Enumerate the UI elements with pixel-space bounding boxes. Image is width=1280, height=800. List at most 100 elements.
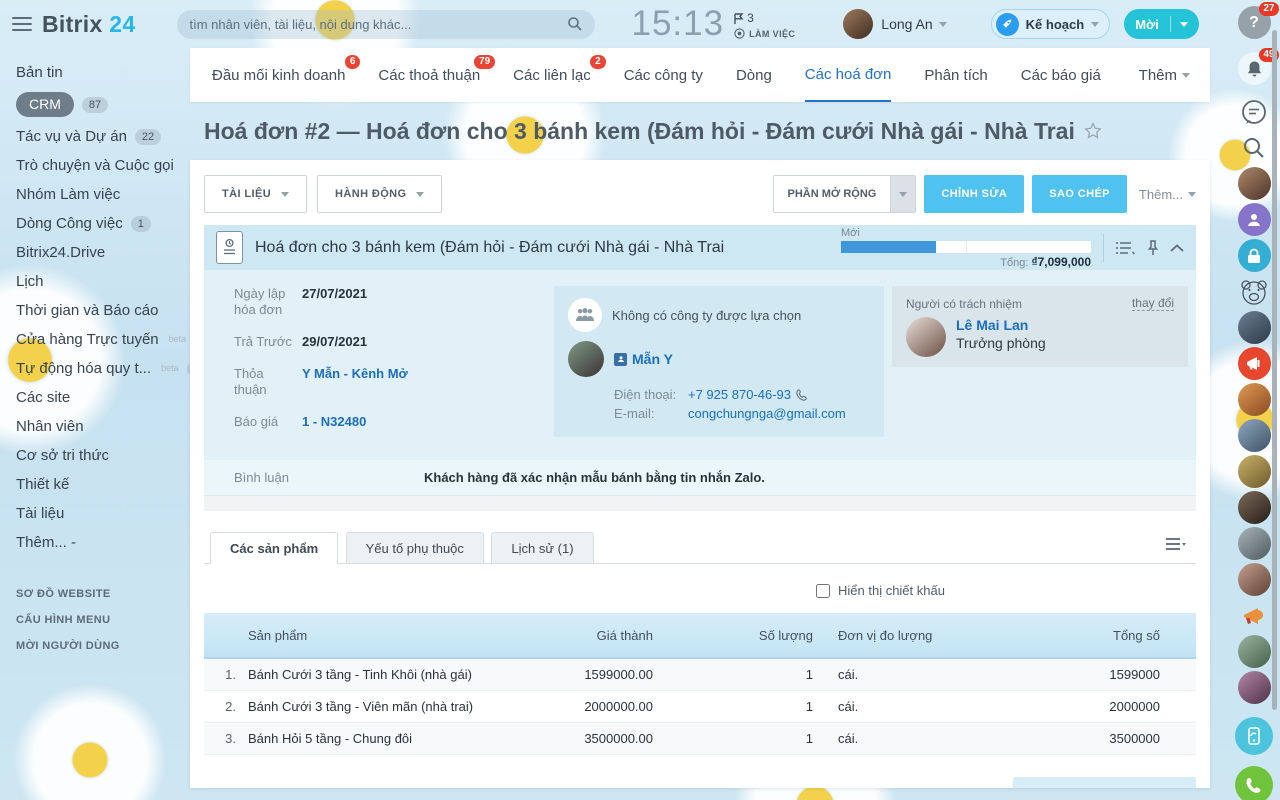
sidebar-item-label: Thiết kế bbox=[16, 475, 69, 494]
sitemap-link[interactable]: SƠ ĐỒ WEBSITE bbox=[16, 581, 190, 607]
plan-button[interactable]: Kế hoạch bbox=[991, 9, 1111, 39]
email-link[interactable]: congchungnga@gmail.com bbox=[688, 406, 846, 421]
user-avatar[interactable] bbox=[1238, 491, 1271, 524]
hamburger-menu-icon[interactable] bbox=[12, 17, 32, 31]
tab-more[interactable]: Thêm bbox=[1139, 48, 1190, 102]
flag-counter[interactable]: 3 bbox=[734, 11, 795, 25]
search-icon[interactable] bbox=[567, 16, 583, 32]
user-avatar[interactable] bbox=[1238, 635, 1271, 668]
user-avatar[interactable] bbox=[1238, 419, 1271, 452]
notifications-button[interactable]: 49 bbox=[1238, 52, 1271, 85]
show-discount-checkbox[interactable] bbox=[816, 584, 830, 598]
change-responsible-link[interactable]: thay đổi bbox=[1132, 296, 1174, 311]
collapse-chevron-icon[interactable] bbox=[1170, 244, 1184, 252]
employees-button[interactable] bbox=[1238, 203, 1271, 236]
table-row[interactable]: 1. Bánh Cưới 3 tầng - Tinh Khôi (nhà gái… bbox=[204, 659, 1196, 691]
total-value: ₫7,099,000 bbox=[1031, 255, 1091, 269]
announcement-icon[interactable] bbox=[1238, 599, 1271, 632]
user-avatar[interactable] bbox=[1238, 455, 1271, 488]
sidebar-item-newsfeed[interactable]: Bản tin bbox=[16, 58, 190, 87]
vertical-scrollbar[interactable] bbox=[1272, 30, 1277, 710]
user-avatar[interactable] bbox=[1238, 527, 1271, 560]
tab-leads[interactable]: Đầu mối kinh doanh6 bbox=[212, 48, 345, 102]
user-avatar[interactable] bbox=[1238, 311, 1271, 344]
copy-button[interactable]: SAO CHÉP bbox=[1032, 175, 1127, 213]
document-button[interactable]: TÀI LIỆU bbox=[204, 175, 307, 213]
contact-avatar[interactable] bbox=[568, 341, 604, 377]
extension-split-button[interactable]: PHẦN MỞ RỘNG bbox=[773, 175, 917, 213]
global-search[interactable] bbox=[177, 10, 595, 39]
user-avatar[interactable] bbox=[843, 9, 873, 39]
tab-deals[interactable]: Các thoả thuận79 bbox=[378, 48, 480, 102]
stage-label: Mới bbox=[841, 227, 1091, 239]
chat-button[interactable] bbox=[1238, 95, 1271, 128]
configure-menu-link[interactable]: CẤU HÌNH MENU bbox=[16, 607, 190, 633]
sidebar-item-knowledge-base[interactable]: Cơ sở tri thức bbox=[16, 441, 190, 470]
user-avatar[interactable] bbox=[1238, 563, 1271, 596]
sidebar-item-more[interactable]: Thêm... - bbox=[16, 528, 190, 557]
progress-bar[interactable] bbox=[841, 241, 1091, 253]
tab-label: Các thoả thuận bbox=[378, 67, 480, 84]
user-avatar[interactable] bbox=[1238, 671, 1271, 704]
bear-sketch-icon[interactable] bbox=[1238, 275, 1271, 308]
tab-stream[interactable]: Dòng bbox=[736, 48, 772, 102]
invite-users-link[interactable]: MỜI NGƯỜI DÙNG bbox=[16, 633, 190, 659]
responsible-avatar[interactable] bbox=[906, 317, 946, 357]
sidebar-item-time-reports[interactable]: Thời gian và Báo cáo bbox=[16, 296, 190, 325]
sidebar-item-documents[interactable]: Tài liệu bbox=[16, 499, 190, 528]
user-avatar[interactable] bbox=[1238, 167, 1271, 200]
security-button[interactable] bbox=[1238, 239, 1271, 272]
stage-progress[interactable]: Mới Tổng: ₫7,099,000 bbox=[841, 227, 1091, 269]
sidebar-item-workflows[interactable]: Dòng Công việc1 bbox=[16, 209, 190, 238]
help-button[interactable]: ?27 bbox=[1238, 6, 1271, 39]
tab-history[interactable]: Lịch sử (1) bbox=[491, 532, 593, 564]
pin-icon[interactable] bbox=[1148, 240, 1158, 256]
table-settings-icon[interactable] bbox=[1166, 537, 1186, 556]
sidebar-item-automation[interactable]: Tự động hóa quy t...beta1 bbox=[16, 354, 190, 383]
action-button[interactable]: HÀNH ĐỘNG bbox=[317, 175, 442, 213]
work-mode-toggle[interactable]: LÀM VIỆC bbox=[734, 28, 795, 39]
invite-button[interactable]: Mời bbox=[1124, 9, 1199, 39]
user-menu[interactable]: Long An bbox=[881, 16, 946, 32]
deal-link[interactable]: Y Mẫn - Kênh Mở bbox=[302, 366, 408, 398]
tab-quotes[interactable]: Các báo giá bbox=[1021, 48, 1101, 102]
sidebar-item-workgroups[interactable]: Nhóm Làm việc bbox=[16, 180, 190, 209]
list-view-icon[interactable] bbox=[1116, 241, 1136, 255]
app-logo[interactable]: Bitrix 24 bbox=[42, 11, 135, 38]
call-button[interactable] bbox=[1235, 766, 1273, 800]
tab-dependencies[interactable]: Yếu tố phụ thuộc bbox=[346, 532, 484, 564]
tab-companies[interactable]: Các công ty bbox=[624, 48, 703, 102]
cell-qty: 1 bbox=[653, 667, 813, 682]
tab-analytics[interactable]: Phân tích bbox=[924, 48, 987, 102]
table-row[interactable]: 2. Bánh Cưới 3 tầng - Viên mãn (nhà trai… bbox=[204, 691, 1196, 723]
contact-link[interactable]: Mẫn Y bbox=[614, 351, 673, 367]
sidebar-item-calendar[interactable]: Lịch bbox=[16, 267, 190, 296]
search-button[interactable] bbox=[1238, 131, 1271, 164]
sidebar-item-label: Cửa hàng Trực tuyến bbox=[16, 330, 159, 349]
extension-label: PHẦN MỞ RỘNG bbox=[774, 176, 891, 212]
sidebar-item-crm[interactable]: CRM87 bbox=[16, 87, 190, 122]
search-input[interactable] bbox=[189, 17, 567, 32]
quote-link[interactable]: 1 - N32480 bbox=[302, 414, 366, 430]
mobile-app-button[interactable] bbox=[1235, 717, 1273, 755]
edit-button[interactable]: CHỈNH SỬA bbox=[924, 175, 1024, 213]
phone-link[interactable]: +7 925 870-46-93 bbox=[688, 387, 808, 402]
clock[interactable]: 15:13 bbox=[631, 4, 724, 44]
sidebar-item-drive[interactable]: Bitrix24.Drive bbox=[16, 238, 190, 267]
favorite-star-icon[interactable] bbox=[1084, 122, 1102, 140]
tab-contacts[interactable]: Các liên lạc2 bbox=[513, 48, 591, 102]
sidebar-item-online-store[interactable]: Cửa hàng Trực tuyếnbeta bbox=[16, 325, 190, 354]
sidebar-item-sites[interactable]: Các site bbox=[16, 383, 190, 412]
tab-invoices[interactable]: Các hoá đơn bbox=[805, 48, 892, 102]
marketing-button[interactable] bbox=[1238, 347, 1271, 380]
table-row[interactable]: 3. Bánh Hỏi 5 tầng - Chung đôi 3500000.0… bbox=[204, 723, 1196, 755]
responsible-name[interactable]: Lê Mai Lan bbox=[956, 317, 1046, 333]
tab-products[interactable]: Các sản phẩm bbox=[210, 532, 338, 564]
user-avatar[interactable] bbox=[1238, 383, 1271, 416]
chevron-down-icon[interactable] bbox=[890, 176, 915, 212]
sidebar-item-tasks[interactable]: Tác vụ và Dự án22 bbox=[16, 122, 190, 151]
sidebar-item-chat[interactable]: Trò chuyện và Cuộc gọi bbox=[16, 151, 190, 180]
sidebar-item-design[interactable]: Thiết kế bbox=[16, 470, 190, 499]
sidebar-item-employees[interactable]: Nhân viên bbox=[16, 412, 190, 441]
more-actions-link[interactable]: Thêm... bbox=[1139, 187, 1196, 202]
